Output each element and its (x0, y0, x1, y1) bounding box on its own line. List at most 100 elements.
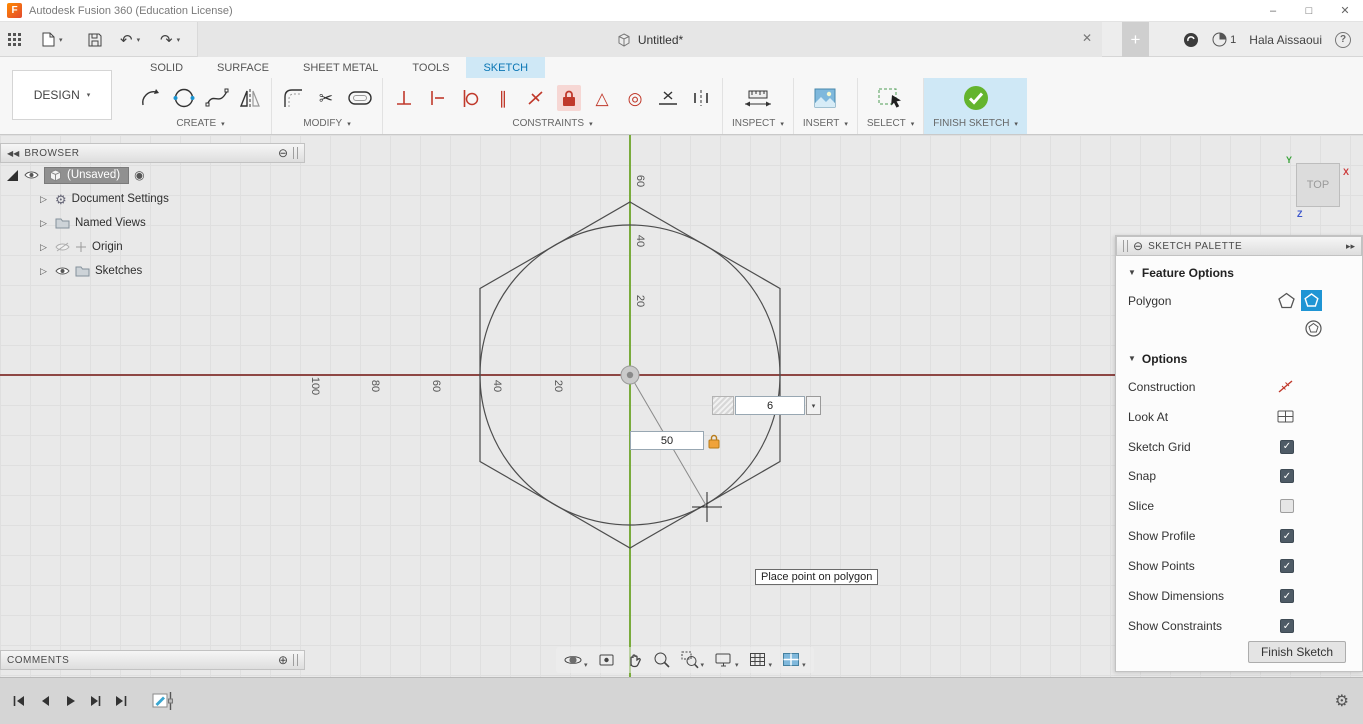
pan-hand-icon[interactable] (626, 651, 643, 669)
constraints-dropdown[interactable]: CONSTRAINTS ▾ (512, 118, 592, 134)
show-profile-checkbox[interactable]: ✓ (1280, 529, 1294, 544)
active-document-radio-icon[interactable]: ◉ (134, 168, 144, 182)
horizontal-vertical-constraint-icon[interactable] (425, 85, 449, 111)
browser-item-origin[interactable]: ▷ Origin (0, 235, 305, 259)
window-minimize-button[interactable]: – (1255, 0, 1291, 22)
browser-header[interactable]: ◀◀ BROWSER ⊖ (0, 143, 305, 163)
expand-panel-icon[interactable]: ▸▸ (1346, 241, 1355, 252)
sketch-grid-checkbox[interactable]: ✓ (1280, 439, 1294, 454)
dimension-drag-handle[interactable] (712, 396, 734, 415)
viewports-icon[interactable]: ▾ (782, 651, 806, 669)
undo-button[interactable]: ↶ ▾ (120, 22, 140, 57)
tab-close-icon[interactable]: ✕ (1082, 31, 1092, 45)
dock-icon[interactable]: ⊖ (1133, 239, 1143, 253)
slice-checkbox[interactable] (1280, 499, 1294, 514)
new-tab-button[interactable]: + (1122, 22, 1149, 57)
panel-grip[interactable] (293, 654, 298, 666)
file-menu-button[interactable]: ▾ (42, 22, 63, 57)
comments-header[interactable]: COMMENTS ⊕ (0, 650, 305, 670)
show-dimensions-checkbox[interactable]: ✓ (1280, 589, 1294, 604)
app-launcher-icon[interactable] (8, 22, 21, 57)
collapse-panel-icon[interactable]: ◀◀ (7, 149, 19, 158)
grid-snap-icon[interactable]: ▾ (749, 651, 772, 669)
feature-options-section[interactable]: ▼ Feature Options (1128, 260, 1350, 286)
document-tab[interactable]: Untitled* ✕ (197, 22, 1102, 57)
panel-grip[interactable] (293, 147, 298, 159)
options-section[interactable]: ▼ Options (1128, 346, 1350, 372)
workspace-selector[interactable]: DESIGN ▾ (12, 70, 112, 120)
tab-solid[interactable]: SOLID (133, 57, 200, 78)
parallel-constraint-icon[interactable]: ∥ (491, 85, 515, 111)
tangent-constraint-icon[interactable] (458, 85, 482, 111)
notification-button[interactable]: 1 (1212, 32, 1236, 47)
display-settings-icon[interactable]: ▾ (714, 651, 739, 669)
zoom-window-icon[interactable]: ▾ (681, 651, 704, 669)
browser-item-sketches[interactable]: ▷ Sketches (0, 259, 305, 283)
look-at-icon[interactable] (598, 651, 616, 669)
spline-icon[interactable] (205, 85, 229, 111)
concentric-constraint-icon[interactable]: ◎ (623, 85, 647, 111)
edge-polygon-icon[interactable] (1278, 292, 1295, 309)
arc-icon[interactable] (139, 85, 163, 111)
timeline-settings-gear-icon[interactable]: ⚙ (1335, 691, 1349, 711)
finish-sketch-dropdown[interactable]: FINISH SKETCH ▾ (933, 118, 1018, 134)
sketch-palette-header[interactable]: ⊖ SKETCH PALETTE ▸▸ (1116, 236, 1362, 256)
sides-input[interactable] (735, 396, 805, 415)
tab-sheet-metal[interactable]: SHEET METAL (286, 57, 395, 78)
symmetry-constraint-icon[interactable] (689, 85, 713, 111)
redo-button[interactable]: ↷ ▾ (160, 22, 180, 57)
construction-icon[interactable] (1277, 379, 1294, 394)
window-close-button[interactable]: ✕ (1327, 0, 1363, 22)
inspect-dropdown[interactable]: INSPECT ▾ (732, 118, 784, 134)
timeline-sketch-feature-marker[interactable] (152, 691, 174, 711)
finish-sketch-button[interactable]: Finish Sketch (1247, 641, 1346, 664)
select-dropdown[interactable]: SELECT ▾ (867, 118, 914, 134)
show-points-checkbox[interactable]: ✓ (1280, 559, 1294, 574)
browser-root-row[interactable]: (Unsaved) ◉ (0, 163, 305, 187)
help-button[interactable]: ? (1335, 31, 1351, 48)
window-maximize-button[interactable]: □ (1291, 0, 1327, 22)
tab-tools[interactable]: TOOLS (395, 57, 466, 78)
trim-scissors-icon[interactable]: ✂ (314, 85, 338, 111)
timeline-play-button[interactable] (64, 694, 76, 708)
timeline-skip-start-button[interactable] (12, 694, 26, 708)
snap-checkbox[interactable]: ✓ (1280, 469, 1294, 484)
view-cube[interactable]: TOP (1296, 163, 1340, 207)
circumscribed-polygon-icon-selected[interactable] (1301, 290, 1322, 312)
measure-icon[interactable] (741, 85, 775, 111)
select-icon[interactable] (876, 85, 906, 111)
expand-panel-icon[interactable]: ⊕ (278, 653, 288, 667)
fillet-icon[interactable] (281, 85, 305, 111)
insert-image-icon[interactable] (813, 85, 837, 111)
panel-grip[interactable] (1123, 240, 1128, 252)
modify-dropdown[interactable]: MODIFY ▾ (303, 118, 350, 134)
model-canvas[interactable]: 60 40 20 100 80 60 40 20 TOP Y X Z ▾ Pla… (0, 135, 1363, 677)
midpoint-constraint-icon[interactable] (656, 85, 680, 111)
look-at-plane-icon[interactable] (1277, 409, 1294, 424)
save-button[interactable] (88, 22, 102, 57)
user-account-button[interactable]: Hala Aissaoui (1249, 33, 1322, 47)
mirror-icon[interactable] (238, 85, 262, 111)
timeline-step-forward-button[interactable] (89, 694, 101, 708)
create-dropdown[interactable]: CREATE ▾ (176, 118, 224, 134)
job-status-icon[interactable] (1183, 32, 1199, 48)
zoom-icon[interactable] (653, 651, 671, 669)
fix-lock-constraint-icon[interactable] (557, 85, 581, 111)
offset-icon[interactable] (347, 85, 373, 111)
browser-item-named-views[interactable]: ▷ Named Views (0, 211, 305, 235)
expander-icon[interactable]: ▷ (40, 266, 50, 277)
expander-icon[interactable]: ▷ (40, 194, 50, 205)
expander-icon[interactable]: ▷ (40, 218, 50, 229)
orbit-icon[interactable]: ▾ (564, 651, 588, 669)
sides-dropdown-button[interactable]: ▾ (806, 396, 821, 415)
radius-input[interactable] (630, 431, 704, 450)
insert-dropdown[interactable]: INSERT ▾ (803, 118, 848, 134)
minimize-panel-icon[interactable]: ⊖ (278, 146, 288, 160)
circle-2pt-icon[interactable] (172, 85, 196, 111)
tab-sketch[interactable]: SKETCH (466, 57, 546, 78)
equal-constraint-icon[interactable]: △ (590, 85, 614, 111)
inscribed-polygon-icon[interactable] (1305, 320, 1322, 337)
show-constraints-checkbox[interactable]: ✓ (1280, 619, 1294, 634)
timeline-step-back-button[interactable] (39, 694, 51, 708)
tab-surface[interactable]: SURFACE (200, 57, 286, 78)
